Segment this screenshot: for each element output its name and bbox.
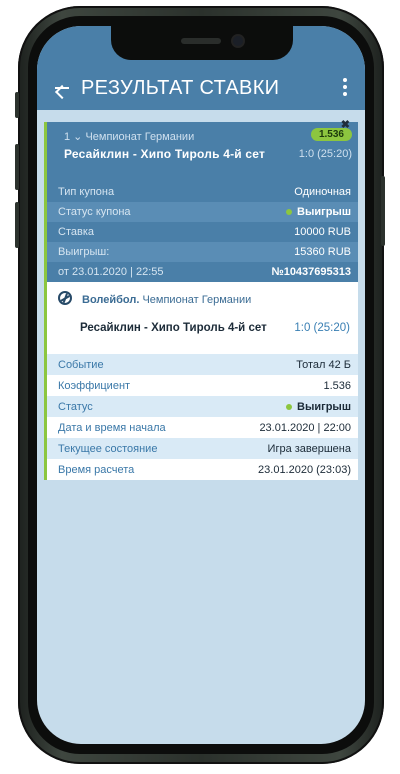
speaker	[181, 38, 221, 44]
detail-row-status: Статус Выигрыш	[44, 396, 358, 417]
detail-label: Дата и время начала	[58, 421, 166, 434]
detail-value: 1.536	[323, 379, 351, 392]
event-sport: Волейбол. Чемпионат Германии	[82, 294, 251, 306]
close-icon[interactable]: ✖	[341, 118, 350, 131]
volume-up-button	[15, 144, 19, 190]
detail-row-event: Событие Тотал 42 Б	[44, 354, 358, 375]
summary-label: Статус купона	[58, 206, 131, 218]
detail-label: Статус	[58, 400, 93, 413]
coupon-score: 1:0 (25:20)	[298, 148, 352, 160]
status-dot-icon	[286, 209, 293, 216]
more-vert-icon[interactable]	[343, 78, 347, 98]
detail-value: 23.01.2020 (23:03)	[258, 463, 351, 476]
event-block[interactable]: Волейбол. Чемпионат Германии Ресайклин -…	[44, 282, 358, 354]
status-text: Выигрыш	[297, 206, 351, 218]
volume-down-button	[15, 202, 19, 248]
detail-value-status: Выигрыш	[286, 401, 351, 413]
detail-row-state: Текущее состояние Игра завершена	[44, 438, 358, 459]
detail-label: Время расчета	[58, 463, 135, 476]
bet-result-card: 1 ⌄ Чемпионат Германии Ресайклин - Хипо …	[44, 119, 358, 480]
summary-value-status: Выигрыш	[286, 206, 351, 218]
summary-row-status: Статус купона Выигрыш	[44, 202, 358, 222]
event-score: 1:0 (25:20)	[294, 322, 350, 334]
silent-switch	[15, 92, 19, 118]
coupon-header[interactable]: 1 ⌄ Чемпионат Германии Ресайклин - Хипо …	[44, 119, 358, 182]
summary-row-date: от 23.01.2020 | 22:55 №10437695313	[44, 262, 358, 282]
screen: РЕЗУЛЬТАТ СТАВКИ 1 ⌄ Чемпионат Германии …	[37, 26, 365, 744]
sport-name: Волейбол.	[82, 294, 140, 306]
summary-label: Ставка	[58, 226, 94, 238]
league-name: Чемпионат Германии	[142, 294, 252, 306]
summary-value: 15360 RUB	[294, 246, 351, 258]
summary-value: Одиночная	[294, 186, 351, 198]
detail-row-start: Дата и время начала 23.01.2020 | 22:00	[44, 417, 358, 438]
summary-label: Выигрыш:	[58, 246, 110, 258]
detail-label: Текущее состояние	[58, 442, 158, 455]
detail-value: Игра завершена	[267, 442, 351, 455]
detail-row-coefficient: Коэффициент 1.536	[44, 375, 358, 396]
app-bar: РЕЗУЛЬТАТ СТАВКИ	[37, 66, 365, 110]
detail-value: Тотал 42 Б	[296, 358, 351, 371]
detail-label: Событие	[58, 358, 104, 371]
coupon-number: №10437695313	[271, 266, 351, 278]
status-text: Выигрыш	[297, 400, 351, 413]
summary-value: 10000 RUB	[294, 226, 351, 238]
detail-value: 23.01.2020 | 22:00	[259, 421, 351, 434]
status-dot-icon	[286, 403, 293, 410]
summary-label: от 23.01.2020 | 22:55	[58, 266, 164, 278]
summary-row-win: Выигрыш: 15360 RUB	[44, 242, 358, 262]
camera-icon	[233, 36, 243, 46]
summary-row-stake: Ставка 10000 RUB	[44, 222, 358, 242]
summary-label: Тип купона	[58, 186, 115, 198]
back-arrow-icon[interactable]	[53, 78, 69, 98]
coupon-league: 1 ⌄ Чемпионат Германии	[64, 131, 195, 143]
power-button	[381, 176, 385, 246]
detail-label: Коэффициент	[58, 379, 131, 392]
event-teams: Ресайклин - Хипо Тироль 4-й сет	[80, 322, 267, 334]
volleyball-icon	[58, 291, 72, 305]
summary-row-type: Тип купона Одиночная	[44, 182, 358, 202]
notch	[111, 26, 293, 60]
page-title: РЕЗУЛЬТАТ СТАВКИ	[81, 76, 280, 99]
detail-row-settle-time: Время расчета 23.01.2020 (23:03)	[44, 459, 358, 480]
